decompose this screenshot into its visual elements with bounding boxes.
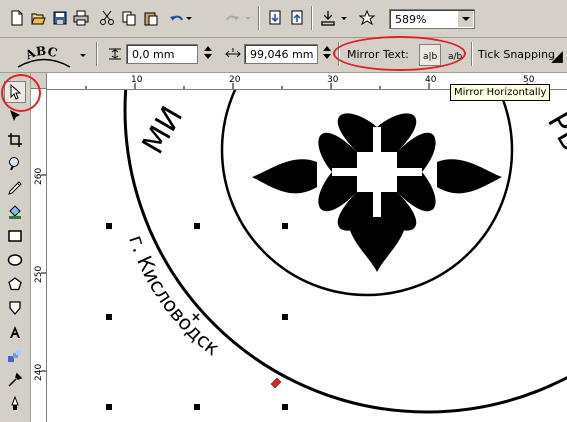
text-tool-icon[interactable] xyxy=(4,321,26,343)
pick-tool-icon[interactable] xyxy=(4,81,26,103)
polygon-tool-icon[interactable] xyxy=(4,273,26,295)
export-icon[interactable] xyxy=(286,7,308,29)
crop-tool-icon[interactable] xyxy=(4,129,26,151)
drawing-canvas[interactable]: МИ РЬ г. Кисловодск xyxy=(47,90,567,422)
ornament xyxy=(252,113,502,272)
mirror-text-label: Mirror Text: xyxy=(347,48,409,61)
tick-snapping-dropdown-icon[interactable] xyxy=(550,46,564,68)
undo-dropdown-icon[interactable] xyxy=(184,7,194,29)
preset-dropdown-icon[interactable] xyxy=(76,44,90,66)
ruler-h-tick-10: 10 xyxy=(131,75,143,85)
mirror-vertical-glyph: a/b xyxy=(448,52,463,62)
vertical-ruler[interactable]: 260 250 240 xyxy=(31,89,47,422)
zoom-tool-icon[interactable] xyxy=(4,153,26,175)
zoom-level-value: 589% xyxy=(395,13,427,26)
position-stepper[interactable] xyxy=(203,44,213,64)
arc-text-top-left: МИ xyxy=(136,101,190,160)
new-icon[interactable] xyxy=(6,7,28,29)
ruler-v-tick-260: 260 xyxy=(34,168,44,185)
mirror-horizontal-glyph: a|b xyxy=(423,52,438,62)
zoom-level-select[interactable]: 589% xyxy=(389,9,475,29)
redo-dropdown-icon xyxy=(243,7,253,29)
launcher-dropdown-icon[interactable] xyxy=(339,7,349,29)
eyedropper-icon[interactable] xyxy=(4,369,26,391)
interactive-blend-icon[interactable] xyxy=(4,345,26,367)
welcome-icon[interactable] xyxy=(356,7,378,29)
basic-shapes-icon[interactable] xyxy=(4,297,26,319)
mirror-horizontally-button[interactable]: a|b xyxy=(419,44,441,66)
tick-snapping-button[interactable]: Tick Snapping xyxy=(478,48,555,61)
ruler-h-tick-30: 30 xyxy=(327,75,339,85)
paste-icon[interactable] xyxy=(140,7,162,29)
stamp-drawing: МИ РЬ г. Кисловодск xyxy=(106,90,567,414)
ruler-h-tick-40: 40 xyxy=(425,75,437,85)
outline-tool-icon[interactable] xyxy=(4,393,26,415)
ruler-h-tick-20: 20 xyxy=(229,75,241,85)
freehand-tool-icon[interactable] xyxy=(4,177,26,199)
distance-from-path-icon xyxy=(222,43,244,65)
property-bar: ABC 0,0 mm 99,046 mm Mirror Text: a|b a/… xyxy=(0,38,567,73)
chevron-down-icon[interactable] xyxy=(457,11,473,27)
rectangle-tool-icon[interactable] xyxy=(4,225,26,247)
distance-stepper[interactable] xyxy=(322,44,332,64)
smart-fill-icon[interactable] xyxy=(4,201,26,223)
toolbox xyxy=(0,73,31,422)
standard-toolbar: 589% xyxy=(0,0,567,38)
text-position-input[interactable]: 0,0 mm xyxy=(126,44,198,64)
arc-text-city: г. Кисловодск xyxy=(124,232,224,360)
open-icon[interactable] xyxy=(27,7,49,29)
print-icon[interactable] xyxy=(70,7,92,29)
import-icon[interactable] xyxy=(264,7,286,29)
arc-text-top-right: РЬ xyxy=(540,107,567,158)
svg-text:г. Кисловодск: г. Кисловодск xyxy=(124,232,224,360)
ruler-v-tick-240: 240 xyxy=(34,364,44,381)
shape-tool-icon[interactable] xyxy=(4,105,26,127)
ellipse-tool-icon[interactable] xyxy=(4,249,26,271)
tooltip: Mirror Horizontally xyxy=(450,84,551,101)
ruler-origin[interactable] xyxy=(31,73,47,89)
text-position-icon xyxy=(104,43,126,65)
ruler-v-tick-250: 250 xyxy=(34,266,44,283)
save-icon[interactable] xyxy=(49,7,71,29)
redo-icon xyxy=(221,7,243,29)
app-launcher-icon[interactable] xyxy=(317,7,339,29)
cut-icon[interactable] xyxy=(96,7,118,29)
text-position-value: 0,0 mm xyxy=(132,48,175,61)
distance-from-path-input[interactable]: 99,046 mm xyxy=(244,44,318,64)
distance-value: 99,046 mm xyxy=(250,48,314,61)
copy-icon[interactable] xyxy=(118,7,140,29)
text-preset-preview[interactable]: ABC xyxy=(12,42,76,68)
text-position-handle[interactable] xyxy=(270,377,282,389)
mirror-vertically-button[interactable]: a/b xyxy=(444,44,466,66)
